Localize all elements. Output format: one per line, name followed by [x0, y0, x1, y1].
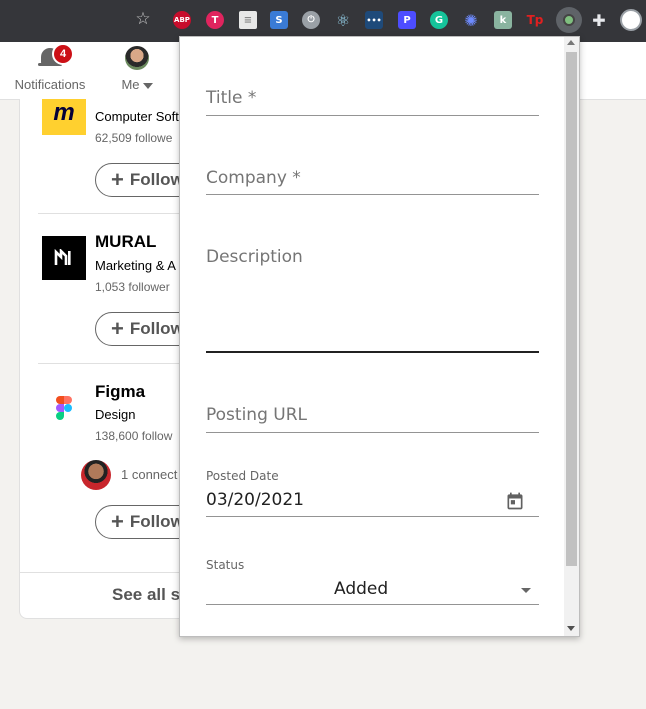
- popup-scrollbar[interactable]: [564, 37, 579, 636]
- mural-logo[interactable]: [42, 236, 86, 280]
- tp-extension-icon[interactable]: Tp: [526, 11, 544, 29]
- mural-mark-icon: [54, 249, 71, 265]
- posting-url-underline: [206, 432, 539, 433]
- caret-down-icon: [142, 82, 153, 89]
- avatar: [125, 46, 149, 70]
- connection-text: 1 connect: [121, 467, 178, 482]
- follow-label: Follow: [129, 512, 184, 531]
- company-placeholder: Company *: [206, 168, 301, 188]
- notification-badge: 4: [52, 43, 74, 65]
- active-extension-icon[interactable]: [556, 7, 582, 33]
- active-extension-dot: [563, 14, 575, 26]
- connection-avatar: [81, 460, 111, 490]
- description-field[interactable]: Description: [206, 245, 539, 355]
- s-extension-icon[interactable]: S: [270, 11, 288, 29]
- plus-icon: +: [111, 316, 124, 341]
- bell-icon: 4: [38, 43, 74, 70]
- company-industry: Marketing & A: [95, 258, 176, 273]
- posted-date-label: Posted Date: [206, 469, 279, 483]
- description-underline: [206, 351, 539, 353]
- p-extension-icon[interactable]: P: [398, 11, 416, 29]
- miro-logo[interactable]: m: [42, 99, 86, 135]
- status-label: Status: [206, 558, 245, 572]
- posting-url-placeholder: Posting URL: [206, 405, 307, 425]
- figma-logo[interactable]: [42, 386, 86, 430]
- puzzle-icon[interactable]: ✚: [590, 11, 608, 30]
- title-field[interactable]: Title *: [206, 85, 539, 117]
- title-underline: [206, 115, 539, 116]
- abp-label: ABP: [174, 16, 190, 24]
- nav-notifications[interactable]: 4 Notifications: [10, 43, 90, 92]
- scroll-thumb[interactable]: [566, 52, 577, 566]
- power-icon[interactable]: ⏻: [302, 11, 320, 29]
- posted-date-field[interactable]: Posted Date 03/20/2021: [206, 469, 539, 519]
- document-icon[interactable]: ≡: [239, 11, 257, 29]
- nav-me[interactable]: Me: [112, 46, 162, 92]
- plus-icon: +: [111, 167, 124, 192]
- company-followers: 138,600 follow: [95, 429, 173, 443]
- company-name[interactable]: MURAL: [95, 232, 156, 252]
- bookmark-star-icon[interactable]: ☆: [134, 9, 152, 29]
- follow-label: Follow: [129, 170, 184, 189]
- t-extension-icon[interactable]: T: [206, 11, 224, 29]
- abp-icon[interactable]: ABP: [173, 11, 191, 29]
- calendar-icon[interactable]: [505, 491, 525, 511]
- company-underline: [206, 194, 539, 195]
- plus-icon: +: [111, 509, 124, 534]
- company-followers: 1,053 follower: [95, 280, 170, 294]
- company-followers: 62,509 followe: [95, 131, 173, 145]
- posted-date-value: 03/20/2021: [206, 490, 304, 510]
- posted-date-underline: [206, 516, 539, 517]
- dots-icon[interactable]: •••: [365, 11, 383, 29]
- scroll-up-icon[interactable]: [567, 40, 575, 45]
- company-industry: Design: [95, 407, 136, 422]
- scroll-down-icon[interactable]: [567, 626, 575, 631]
- posting-url-field[interactable]: Posting URL: [206, 403, 539, 435]
- follow-label: Follow: [129, 319, 184, 338]
- figma-mark-icon: [56, 396, 72, 420]
- nav-notifications-label: Notifications: [14, 77, 86, 92]
- status-value: Added: [334, 579, 389, 599]
- company-industry: Computer Soft: [95, 109, 179, 124]
- grammarly-icon[interactable]: G: [430, 11, 448, 29]
- nav-me-label: Me: [121, 77, 140, 92]
- tp-label: Tp: [526, 13, 544, 27]
- description-placeholder: Description: [206, 247, 303, 267]
- profile-icon[interactable]: [620, 9, 642, 31]
- company-field[interactable]: Company *: [206, 165, 539, 197]
- k-extension-icon[interactable]: k: [494, 11, 512, 29]
- status-underline: [206, 604, 539, 605]
- company-name[interactable]: Figma: [95, 382, 145, 402]
- status-select[interactable]: Status Added: [206, 558, 539, 608]
- react-devtools-icon[interactable]: ⚛: [334, 11, 352, 30]
- flower-icon[interactable]: ✺: [462, 11, 480, 30]
- dropdown-arrow-icon: [521, 588, 531, 593]
- title-placeholder: Title *: [206, 88, 257, 108]
- job-tracker-popup: Title * Company * Description Posting UR…: [179, 36, 580, 637]
